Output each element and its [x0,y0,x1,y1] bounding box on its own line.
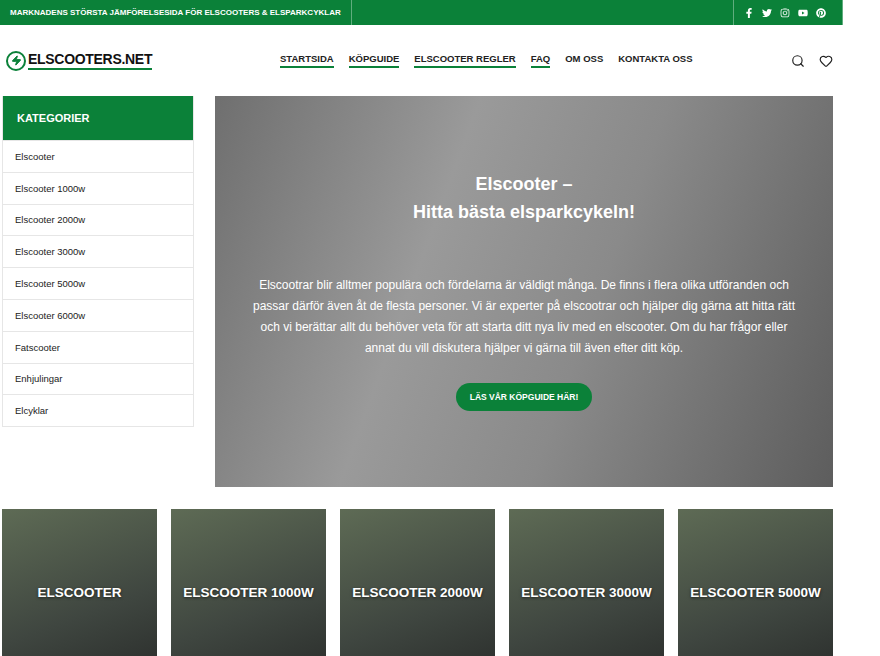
facebook-icon[interactable] [744,8,754,18]
main: KATEGORIERElscooterElscooter 1000wElscoo… [0,96,880,487]
youtube-icon[interactable] [798,8,808,18]
nav-item[interactable]: KONTAKTA OSS [618,53,692,68]
nav-item[interactable]: OM OSS [565,53,603,68]
nav-item[interactable]: FAQ [531,53,551,68]
sidebar-item[interactable]: Elscooter 6000w [3,299,193,331]
category-card[interactable]: ELSCOOTER 1000W [171,509,326,656]
tagline: MARKNADENS STÖRSTA JÄMFÖRELSESIDA FÖR EL… [0,0,352,25]
logo-text: ELSCOOTERS.NET [28,51,152,70]
category-card[interactable]: ELSCOOTER 3000W [509,509,664,656]
category-cards: ELSCOOTERELSCOOTER 1000WELSCOOTER 2000WE… [0,487,880,656]
sidebar: KATEGORIERElscooterElscooter 1000wElscoo… [2,96,194,427]
sidebar-title: KATEGORIER [3,96,193,140]
sidebar-item[interactable]: Fatscooter [3,331,193,363]
nav-item[interactable]: KÖPGUIDE [349,53,400,68]
header-icons [791,54,833,68]
category-card[interactable]: ELSCOOTER 5000W [678,509,833,656]
category-card[interactable]: ELSCOOTER [2,509,157,656]
sidebar-item[interactable]: Elscooter [3,140,193,172]
category-card[interactable]: ELSCOOTER 2000W [340,509,495,656]
main-nav: STARTSIDA KÖPGUIDE ELSCOOTER REGLER FAQ OM O… [280,53,791,68]
hero-title-line: Hitta bästa elsparkcykeln! [413,198,635,226]
logo[interactable]: ELSCOOTERS.NET [6,51,206,71]
heart-icon[interactable] [819,54,833,68]
twitter-icon[interactable] [762,8,772,18]
search-icon[interactable] [791,54,805,68]
pinterest-icon[interactable] [816,8,826,18]
hero-title-line: Elscooter – [413,170,635,198]
lightning-icon [6,51,26,71]
page: MARKNADENS STÖRSTA JÄMFÖRELSESIDA FÖR EL… [0,0,880,656]
instagram-icon[interactable] [780,8,790,18]
sidebar-item[interactable]: Elscooter 1000w [3,172,193,204]
sidebar-item[interactable]: Elcyklar [3,394,193,426]
hero: Elscooter –Hitta bästa elsparkcykeln!Els… [215,96,833,487]
hero-title: Elscooter –Hitta bästa elsparkcykeln! [413,170,635,226]
sidebar-item[interactable]: Elscooter 2000w [3,204,193,236]
guide-button[interactable]: LÄS VÅR KÖPGUIDE HÄR! [456,383,593,411]
sidebar-item[interactable]: Enhjulingar [3,363,193,395]
sidebar-item[interactable]: Elscooter 3000w [3,235,193,267]
sidebar-item[interactable]: Elscooter 5000w [3,267,193,299]
hero-body: Elscootrar blir alltmer populära och för… [244,275,804,359]
social-links [733,0,843,25]
top-bar: MARKNADENS STÖRSTA JÄMFÖRELSESIDA FÖR EL… [0,0,843,25]
nav-item[interactable]: STARTSIDA [280,53,334,68]
header: ELSCOOTERS.NET STARTSIDA KÖPGUIDE ELSCOOTER… [0,25,843,96]
nav-item[interactable]: ELSCOOTER REGLER [414,53,515,68]
